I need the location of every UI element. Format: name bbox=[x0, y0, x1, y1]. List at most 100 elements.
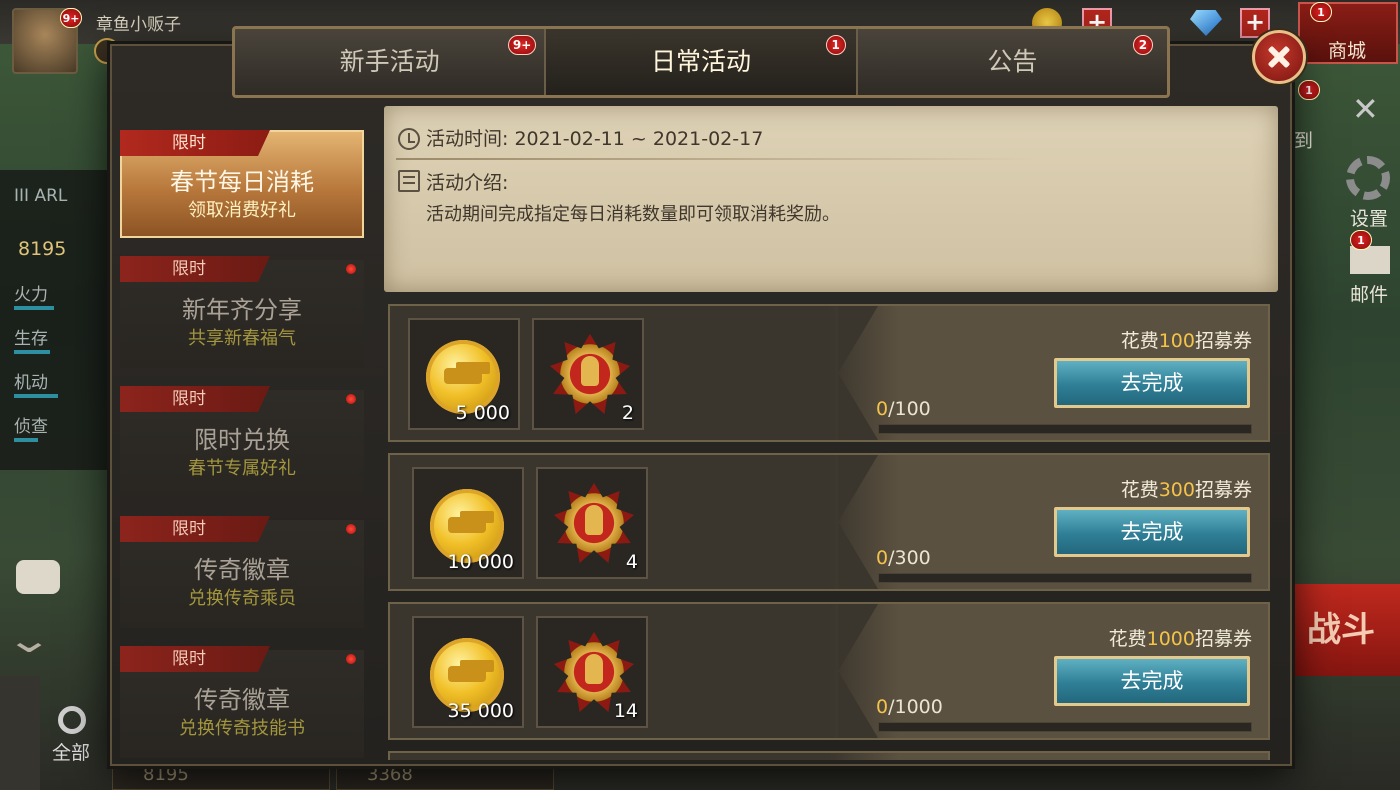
sidebar-item-title: 传奇徽章 bbox=[194, 686, 290, 714]
limited-tag: 限时 bbox=[120, 130, 270, 156]
notification-dot bbox=[346, 654, 356, 664]
go-complete-button[interactable]: 去完成 bbox=[1054, 507, 1250, 557]
cost-prefix: 花费 bbox=[1120, 479, 1159, 501]
activity-intro-label: 活动介绍: bbox=[426, 172, 509, 194]
activity-time: 活动时间: 2021-02-11 ~ 2021-02-17 bbox=[426, 128, 764, 150]
stat-mobility: 机动 bbox=[14, 373, 48, 393]
progress-bar bbox=[878, 424, 1252, 434]
sidebar-item-subtitle: 共享新春福气 bbox=[188, 328, 296, 349]
limited-tag: 限时 bbox=[120, 516, 270, 542]
progress-bar bbox=[878, 573, 1252, 583]
tab-label: 新手活动 bbox=[339, 47, 440, 76]
reward-slot[interactable]: 2 bbox=[532, 318, 644, 430]
reward-slot[interactable]: 5 000 bbox=[408, 318, 520, 430]
task-cost: 花费300招募券 bbox=[1121, 475, 1252, 502]
progress-text: 0/100 bbox=[876, 398, 931, 420]
mail-icon[interactable] bbox=[1350, 246, 1390, 274]
notification-dot bbox=[346, 264, 356, 274]
stat-bar bbox=[14, 350, 50, 354]
task-row: 35 000 14 花费1000招募券 去完成 0/1000 bbox=[388, 602, 1270, 740]
reward-slot[interactable]: 14 bbox=[536, 616, 648, 728]
task-cost: 花费1000招募券 bbox=[1109, 624, 1252, 651]
mail-label[interactable]: 邮件 bbox=[1350, 280, 1388, 307]
filter-icon[interactable] bbox=[0, 676, 40, 790]
sidebar-item-new-year-share[interactable]: 限时 新年齐分享 共享新春福气 bbox=[120, 256, 364, 368]
gear-icon[interactable] bbox=[1346, 156, 1390, 200]
notification-dot bbox=[346, 394, 356, 404]
tab-badge: 9+ bbox=[507, 35, 537, 55]
tab-newbie-activity[interactable]: 新手活动 9+ bbox=[235, 29, 547, 95]
progress-current: 0 bbox=[876, 696, 889, 718]
limited-tag: 限时 bbox=[120, 256, 270, 282]
mail-badge: 1 bbox=[1350, 230, 1372, 250]
cost-amount: 300 bbox=[1158, 479, 1195, 501]
notification-dot bbox=[346, 524, 356, 534]
cost-prefix: 花费 bbox=[1120, 330, 1159, 352]
player-name: 章鱼小贩子 bbox=[96, 15, 181, 35]
sidebar-item-subtitle: 春节专属好礼 bbox=[188, 458, 296, 479]
limited-tag: 限时 bbox=[120, 386, 270, 412]
close-icon[interactable]: ✕ bbox=[1352, 90, 1379, 128]
activity-sidebar: 限时 春节每日消耗 领取消费好礼 限时 新年齐分享 共享新春福气 限时 限时兑换… bbox=[116, 104, 370, 764]
clock-icon bbox=[398, 128, 420, 150]
medal-icon bbox=[554, 483, 634, 563]
settings-label[interactable]: 设置 bbox=[1350, 204, 1388, 231]
battle-button[interactable]: 战斗 bbox=[1282, 584, 1400, 676]
task-row bbox=[388, 751, 1270, 760]
sidebar-item-legend-badge-crew[interactable]: 限时 传奇徽章 兑换传奇乘员 bbox=[120, 516, 364, 628]
chevron-down-icon[interactable]: ⌄ bbox=[5, 620, 53, 661]
row-divider bbox=[838, 604, 878, 738]
chat-icon[interactable] bbox=[16, 560, 60, 594]
reward-slot[interactable]: 35 000 bbox=[412, 616, 524, 728]
sidebar-item-subtitle: 兑换传奇技能书 bbox=[179, 718, 305, 739]
progress-text: 0/300 bbox=[876, 547, 931, 569]
tab-label: 公告 bbox=[987, 47, 1038, 76]
reward-quantity: 4 bbox=[625, 551, 638, 573]
filter-all-label[interactable]: 全部 bbox=[52, 738, 90, 765]
activity-intro-text: 活动期间完成指定每日消耗数量即可领取消耗奖励。 bbox=[426, 204, 840, 225]
sidebar-item-legend-badge-skill[interactable]: 限时 传奇徽章 兑换传奇技能书 bbox=[120, 646, 364, 758]
sidebar-item-title: 春节每日消耗 bbox=[170, 168, 314, 196]
cost-suffix: 招募券 bbox=[1194, 628, 1252, 650]
row-divider bbox=[838, 306, 878, 440]
shop-badge: 1 bbox=[1310, 2, 1332, 22]
tank-tier-tag: III ARL bbox=[14, 186, 68, 206]
shop-label: 商城 bbox=[1328, 40, 1367, 62]
task-row: 5 000 2 花费100招募券 去完成 0/100 bbox=[388, 304, 1270, 442]
progress-total: /100 bbox=[888, 398, 931, 420]
reward-quantity: 5 000 bbox=[455, 402, 510, 424]
progress-total: /1000 bbox=[888, 696, 943, 718]
sidebar-item-subtitle: 兑换传奇乘员 bbox=[188, 588, 296, 609]
tab-daily-activity[interactable]: 日常活动 1 bbox=[546, 29, 858, 95]
stat-bar bbox=[14, 438, 38, 442]
limited-tag: 限时 bbox=[120, 646, 270, 672]
reward-slot[interactable]: 10 000 bbox=[412, 467, 524, 579]
sidebar-item-title: 传奇徽章 bbox=[194, 556, 290, 584]
task-list[interactable]: 5 000 2 花费100招募券 去完成 0/100 10 000 4 花费30… bbox=[388, 304, 1272, 760]
progress-bar bbox=[878, 722, 1252, 732]
task-row: 10 000 4 花费300招募券 去完成 0/300 bbox=[388, 453, 1270, 591]
task-cost: 花费100招募券 bbox=[1121, 326, 1252, 353]
tank-power: 8195 bbox=[18, 238, 67, 260]
signin-label[interactable]: 到 bbox=[1294, 126, 1313, 153]
divider bbox=[396, 158, 1036, 160]
reward-slot[interactable]: 4 bbox=[536, 467, 648, 579]
reward-quantity: 35 000 bbox=[447, 700, 514, 722]
tab-badge: 1 bbox=[825, 35, 846, 55]
tab-announcement[interactable]: 公告 2 bbox=[858, 29, 1167, 95]
row-divider bbox=[838, 455, 878, 589]
progress-current: 0 bbox=[876, 398, 889, 420]
cost-prefix: 花费 bbox=[1108, 628, 1147, 650]
close-button[interactable] bbox=[1252, 30, 1306, 84]
go-complete-button[interactable]: 去完成 bbox=[1054, 358, 1250, 408]
go-complete-button[interactable]: 去完成 bbox=[1054, 656, 1250, 706]
progress-current: 0 bbox=[876, 547, 889, 569]
sidebar-item-title: 限时兑换 bbox=[194, 426, 290, 454]
stat-survival: 生存 bbox=[14, 329, 48, 349]
signin-badge: 1 bbox=[1298, 80, 1320, 100]
sidebar-item-spring-daily-spend[interactable]: 限时 春节每日消耗 领取消费好礼 bbox=[120, 130, 364, 238]
tab-badge: 2 bbox=[1132, 35, 1153, 55]
stat-bar bbox=[14, 306, 54, 310]
all-filter-icon bbox=[58, 706, 86, 734]
sidebar-item-limited-exchange[interactable]: 限时 限时兑换 春节专属好礼 bbox=[120, 386, 364, 498]
